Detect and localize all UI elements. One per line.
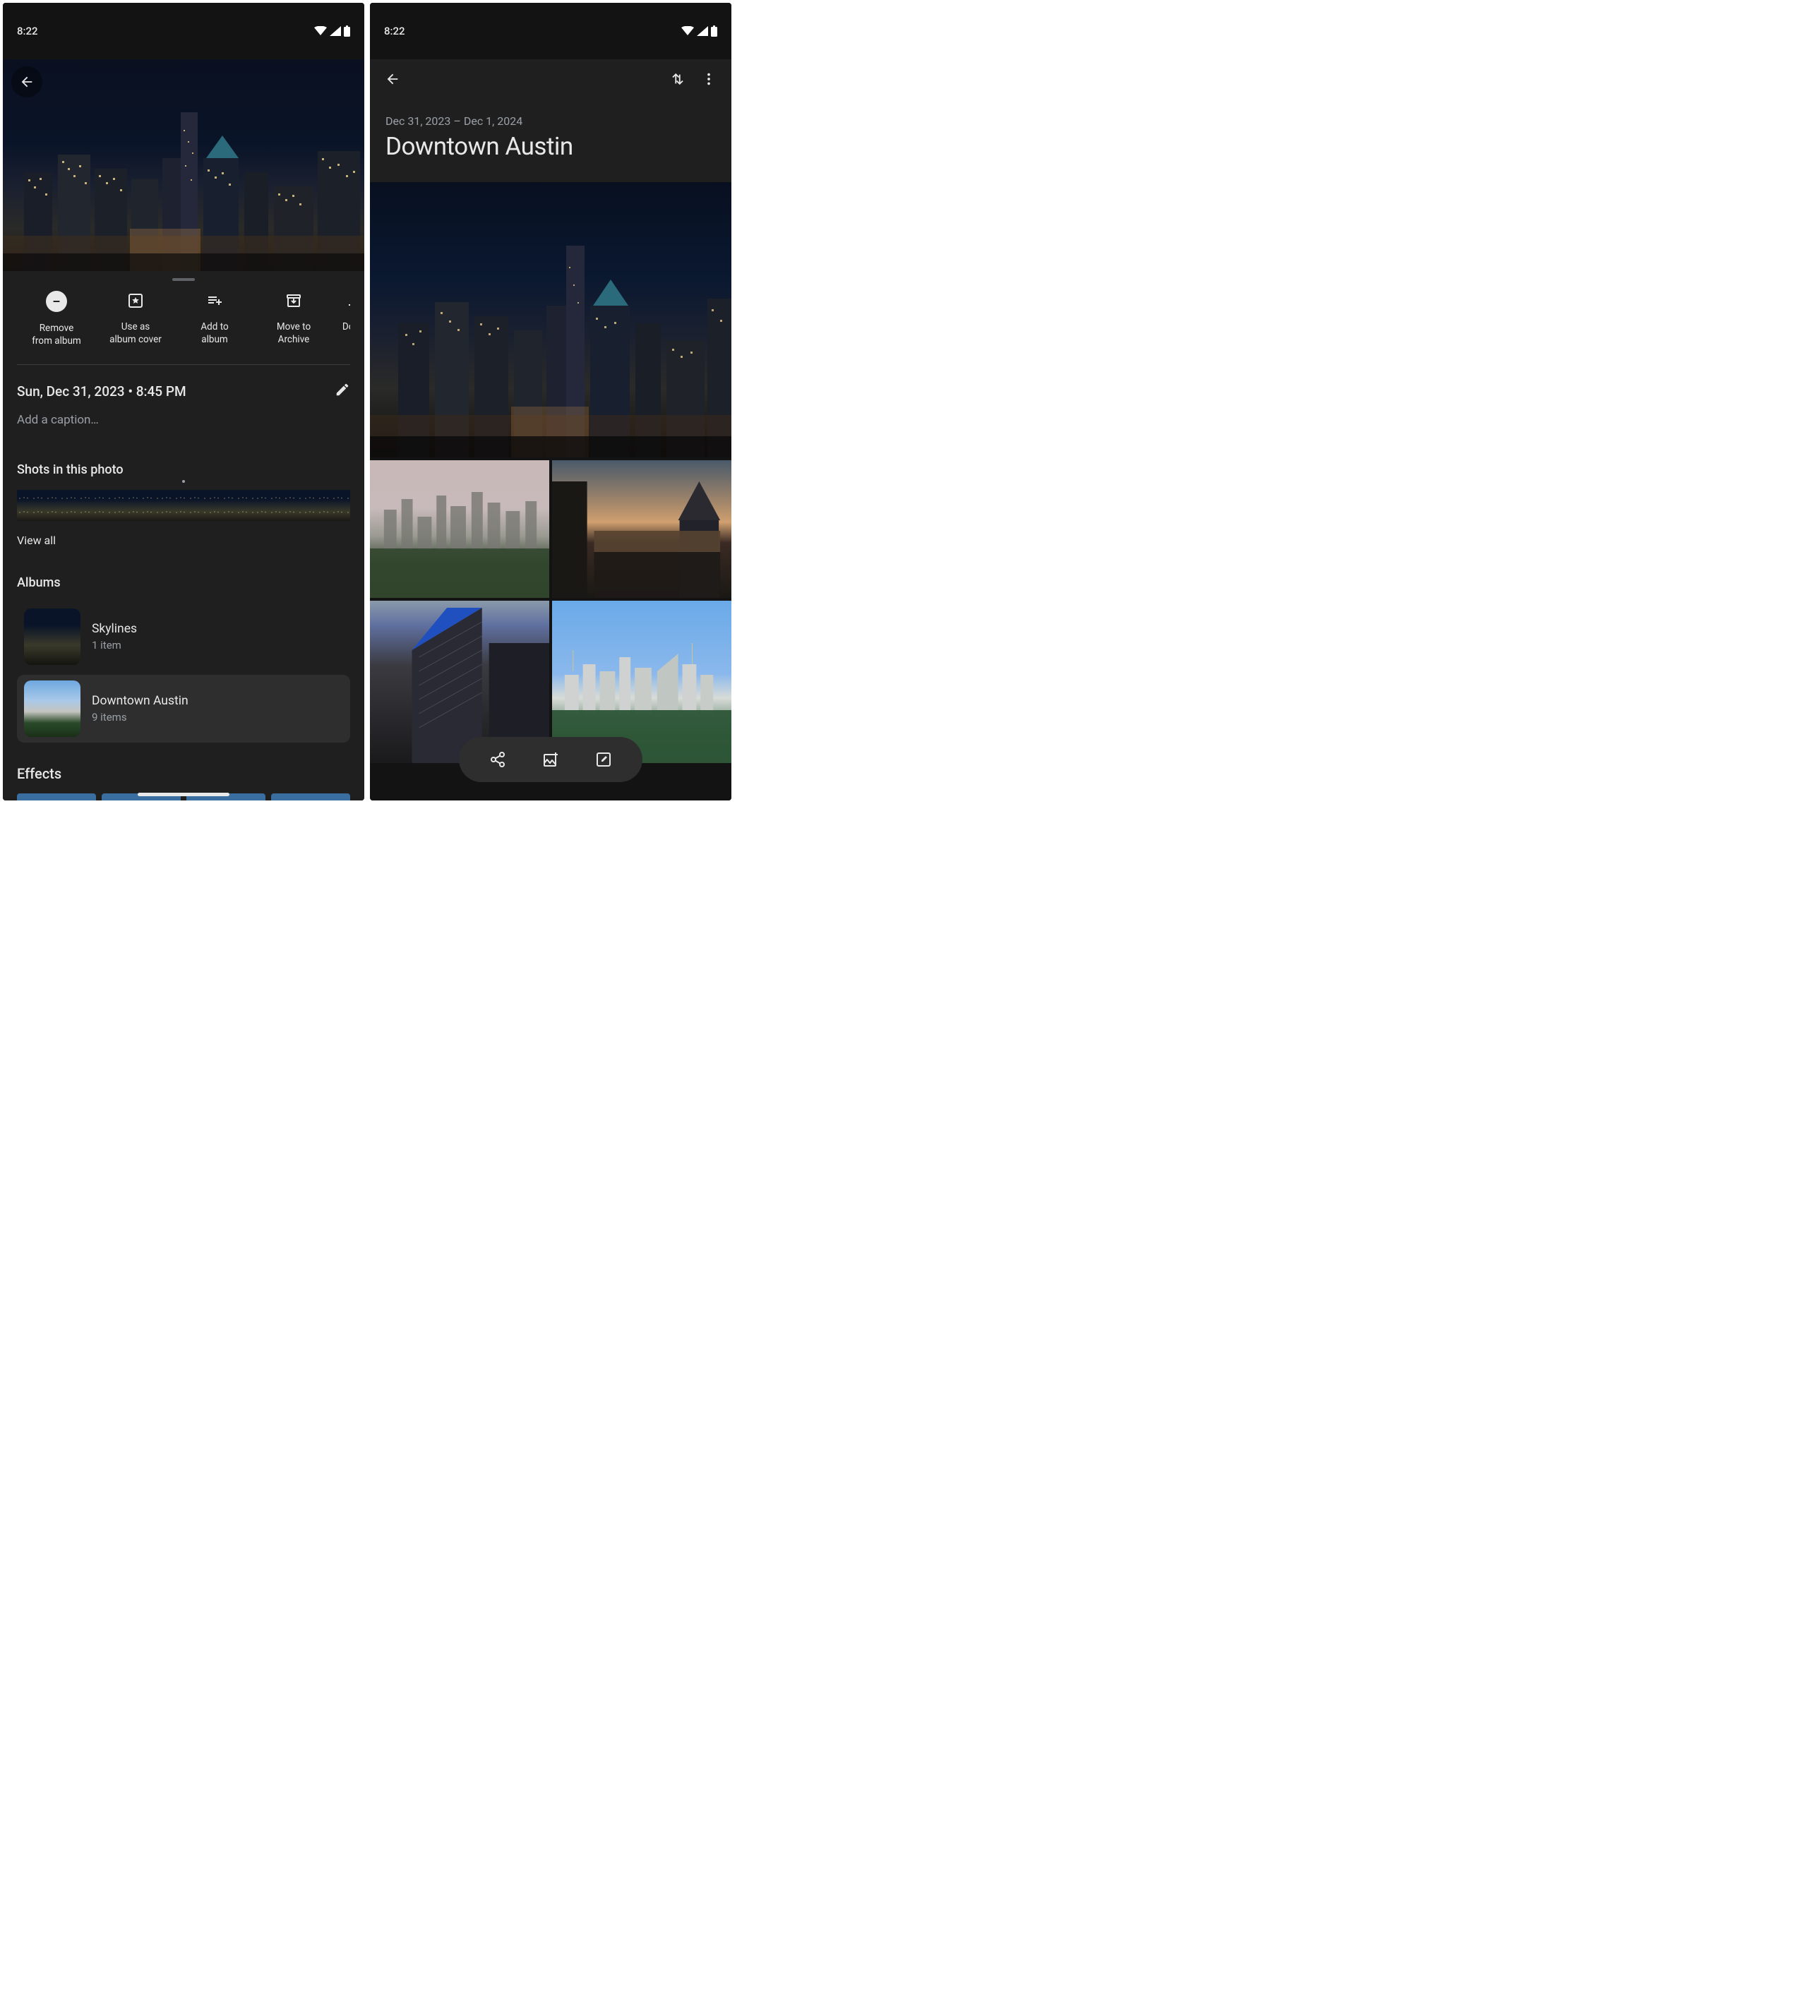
status-icons: [681, 25, 717, 37]
floating-action-bar: [459, 737, 642, 782]
skyline-art: [3, 88, 364, 271]
clock: 8:22: [384, 25, 405, 37]
share-button[interactable]: [484, 751, 512, 768]
album-thumb: [24, 608, 80, 665]
arrow-back-icon: [19, 74, 35, 90]
album-title: Downtown Austin: [385, 132, 716, 161]
photo-detail-screen: 8:22: [3, 3, 364, 800]
swap-vert-icon: [670, 71, 686, 87]
album-skylines[interactable]: Skylines 1 item: [17, 603, 350, 671]
more-vert-icon: [701, 71, 717, 87]
edit-album-button[interactable]: [589, 751, 618, 768]
move-to-archive-button[interactable]: Move to Archive: [254, 291, 333, 347]
shots-indicator: [17, 480, 350, 483]
share-icon: [489, 751, 506, 768]
action-row: Remove from album Use as album cover Add…: [17, 291, 350, 365]
add-to-album-button[interactable]: Add to album: [175, 291, 254, 347]
battery-icon: [711, 25, 717, 37]
action-label-2: Archive: [278, 333, 310, 346]
photo-grid: [370, 182, 731, 800]
album-thumb: [24, 680, 80, 737]
skyline-art: [370, 182, 731, 457]
home-indicator[interactable]: [138, 793, 229, 796]
album-downtown-austin[interactable]: Downtown Austin 9 items: [17, 675, 350, 743]
edit-square-icon: [595, 751, 612, 768]
grid-photo-3[interactable]: [552, 460, 731, 598]
album-count: 1 item: [92, 639, 137, 652]
action-label-2: album cover: [109, 333, 162, 346]
star-frame-icon: [126, 291, 145, 311]
overflow-button[interactable]: [693, 64, 724, 95]
app-bar: [370, 59, 731, 99]
albums-header: Albums: [17, 575, 350, 590]
album-count: 9 items: [92, 711, 188, 724]
details-sheet: Remove from album Use as album cover Add…: [3, 271, 364, 800]
photo-date: Sun, Dec 31, 2023 • 8:45 PM: [17, 383, 186, 400]
caption-input[interactable]: Add a caption…: [17, 413, 350, 427]
date-row: Sun, Dec 31, 2023 • 8:45 PM: [17, 382, 350, 400]
pencil-icon: [335, 382, 350, 397]
album-info: Downtown Austin 9 items: [92, 694, 188, 724]
shots-header: Shots in this photo: [17, 462, 350, 477]
archive-icon: [284, 291, 304, 311]
skyline-art: [370, 460, 549, 598]
action-label-1: Remove: [40, 322, 74, 335]
arrow-back-icon: [385, 71, 400, 87]
drag-handle[interactable]: [172, 278, 195, 281]
back-button[interactable]: [377, 64, 408, 95]
skyline-art: [552, 460, 731, 598]
action-label-1: Down: [342, 320, 350, 333]
edit-date-button[interactable]: [335, 382, 350, 400]
album-screen: 8:22 Dec 31, 2023 – Dec 1, 2024 Downtown…: [370, 3, 731, 800]
grid-photo-2[interactable]: [370, 460, 549, 598]
wifi-icon: [314, 26, 327, 36]
album-date-range: Dec 31, 2023 – Dec 1, 2024: [385, 114, 716, 128]
status-bar: 8:22: [370, 3, 731, 59]
wifi-icon: [681, 26, 694, 36]
action-label-1: Move to: [277, 320, 311, 333]
action-label-1: Use as: [121, 320, 150, 333]
status-bar: 8:22: [3, 3, 364, 59]
battery-icon: [344, 25, 350, 37]
clock: 8:22: [17, 25, 38, 37]
effects-header: Effects: [17, 765, 350, 782]
shots-strip[interactable]: [17, 490, 350, 521]
playlist-add-icon: [205, 291, 224, 311]
download-icon: [345, 291, 350, 311]
album-name: Skylines: [92, 622, 137, 636]
photo-preview[interactable]: [3, 59, 364, 271]
signal-icon: [330, 26, 341, 36]
album-header: Dec 31, 2023 – Dec 1, 2024 Downtown Aust…: [370, 99, 731, 182]
sort-button[interactable]: [662, 64, 693, 95]
album-name: Downtown Austin: [92, 694, 188, 708]
view-all-shots-button[interactable]: View all: [17, 534, 350, 547]
remove-icon: [46, 291, 67, 312]
signal-icon: [697, 26, 708, 36]
use-as-cover-button[interactable]: Use as album cover: [96, 291, 175, 347]
action-label-2: album: [201, 333, 228, 346]
album-info: Skylines 1 item: [92, 622, 137, 652]
action-label-2: from album: [32, 335, 81, 347]
back-button[interactable]: [11, 66, 42, 97]
action-label-1: Add to: [200, 320, 228, 333]
grid-photo-1[interactable]: [370, 182, 731, 457]
download-button[interactable]: Down: [333, 291, 350, 347]
add-photo-icon: [542, 751, 559, 768]
add-photos-button[interactable]: [537, 751, 565, 768]
remove-from-album-button[interactable]: Remove from album: [17, 291, 96, 347]
status-icons: [314, 25, 350, 37]
